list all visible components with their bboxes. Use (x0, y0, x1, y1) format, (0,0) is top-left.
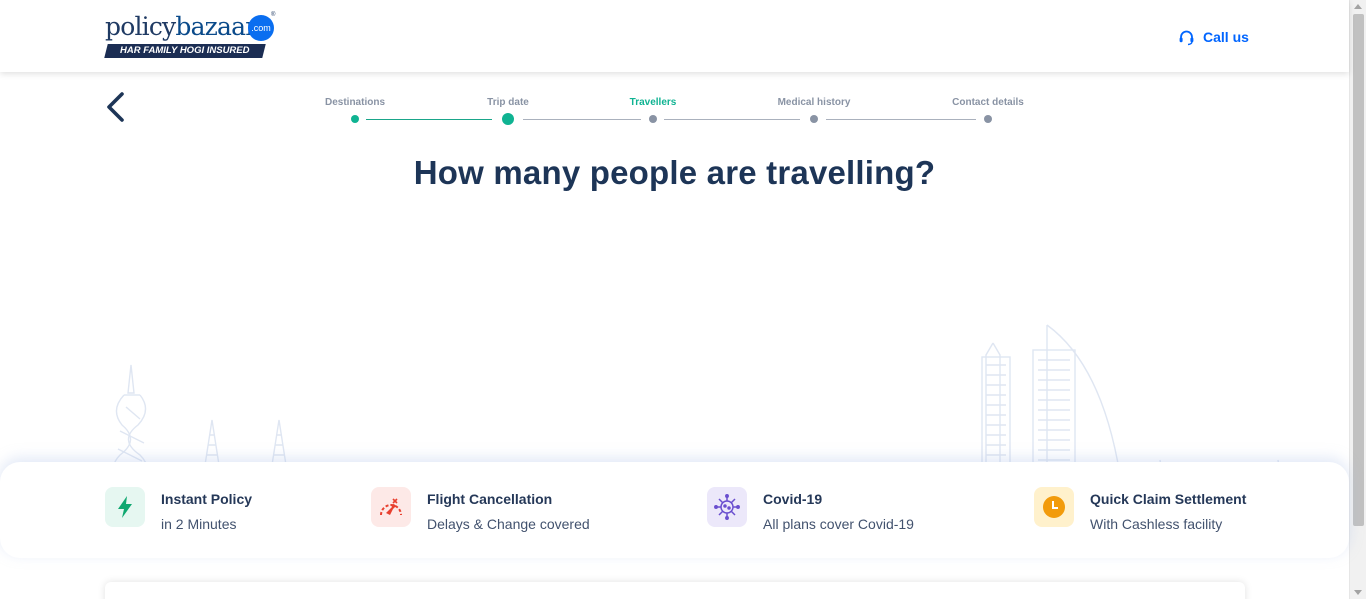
scroll-down-arrow-icon[interactable] (1354, 590, 1362, 595)
flight-cancel-icon (371, 487, 411, 527)
step-dot-trip-date (502, 113, 514, 125)
feature-subtitle: Delays & Change covered (427, 516, 590, 532)
feature-subtitle: in 2 Minutes (161, 516, 237, 532)
step-connector (826, 119, 976, 120)
call-us-label: Call us (1203, 29, 1249, 45)
step-label-travellers[interactable]: Travellers (630, 97, 677, 108)
step-connector (664, 119, 800, 120)
step-label-destinations[interactable]: Destinations (325, 97, 385, 108)
step-label-contact-details[interactable]: Contact details (952, 97, 1024, 108)
step-connector-done (366, 119, 492, 120)
lightning-icon (105, 487, 145, 527)
call-us-button[interactable]: Call us (1178, 27, 1249, 47)
feature-title: Instant Policy (161, 491, 253, 507)
logo-trademark: ® (271, 12, 276, 18)
policybazaar-logo[interactable]: policybazaar .com ® HAR FAMILY HOGI INSU… (104, 12, 280, 59)
feature-title: Flight Cancellation (427, 491, 553, 507)
step-dot-destinations (351, 115, 359, 123)
scrollbar-thumb[interactable] (1353, 14, 1364, 526)
top-header: policybazaar .com ® HAR FAMILY HOGI INSU… (0, 0, 1349, 72)
clock-icon (1034, 487, 1074, 527)
content-card (105, 582, 1245, 599)
logo-tagline: HAR FAMILY HOGI INSURED (104, 44, 266, 58)
logo-dotcom-badge: .com (248, 15, 274, 41)
feature-title: Quick Claim Settlement (1090, 491, 1247, 507)
virus-icon (707, 487, 747, 527)
tagline-text: HAR FAMILY HOGI INSURED (120, 45, 250, 56)
logo-word-policy: policy (105, 12, 176, 41)
page-scrollbar[interactable] (1349, 0, 1366, 599)
scroll-up-arrow-icon[interactable] (1354, 4, 1362, 9)
headset-icon (1178, 29, 1195, 46)
step-connector (523, 119, 641, 120)
feature-title: Covid-19 (763, 491, 823, 507)
page-title: How many people are travelling? (413, 154, 936, 191)
feature-subtitle: With Cashless facility (1090, 516, 1223, 532)
features-panel: Instant Policy in 2 Minutes Flight Cance… (0, 462, 1349, 558)
step-dot-travellers (649, 115, 657, 123)
page: policybazaar .com ® HAR FAMILY HOGI INSU… (0, 0, 1366, 599)
skyline-illustration (0, 315, 1349, 476)
step-label-medical-history[interactable]: Medical history (778, 97, 851, 108)
logo-wordmark: policybazaar (105, 12, 257, 41)
feature-subtitle: All plans cover Covid-19 (763, 516, 914, 532)
logo-word-bazaar: bazaar (175, 12, 257, 41)
step-dot-medical-history (810, 115, 818, 123)
step-label-trip-date[interactable]: Trip date (487, 97, 529, 108)
step-dot-contact-details (984, 115, 992, 123)
